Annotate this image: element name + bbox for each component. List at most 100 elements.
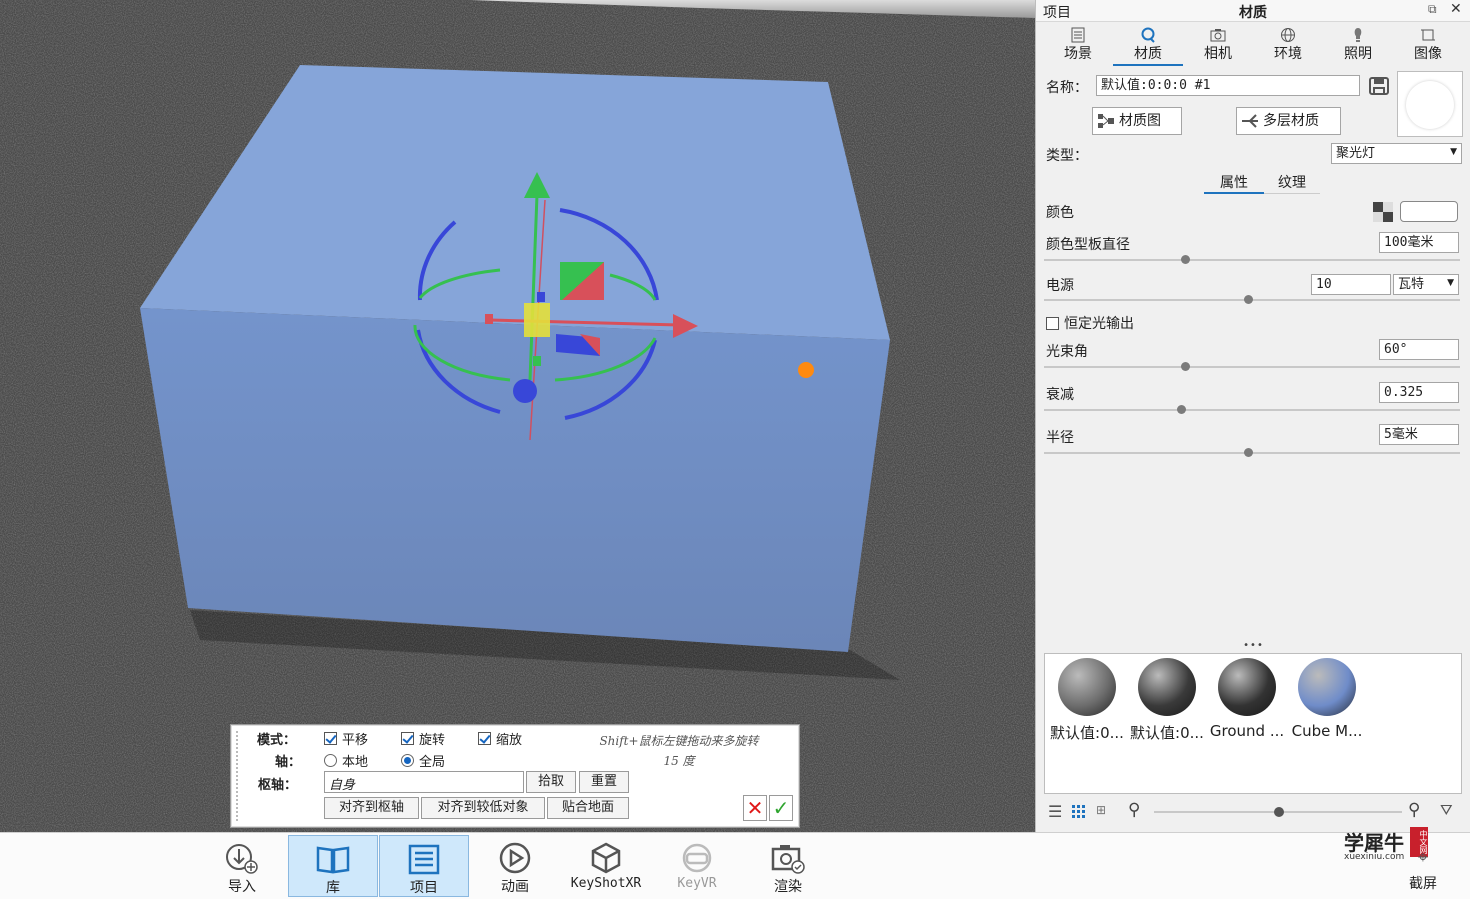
toolbar-keyshotxr[interactable]: KeyShotXR xyxy=(561,835,651,897)
radius-input[interactable]: 5毫米 xyxy=(1379,424,1459,445)
toolbar-import-label: 导入 xyxy=(228,879,256,895)
grid-view-icon[interactable] xyxy=(1072,805,1086,819)
rotate-checkbox[interactable]: 旋转 xyxy=(401,729,445,748)
tab-material[interactable]: 材质 xyxy=(1113,22,1183,66)
color-template-input[interactable]: 100毫米 xyxy=(1379,232,1459,253)
close-panel-icon[interactable]: ✕ xyxy=(1450,1,1462,17)
constant-output-checkbox[interactable]: 恒定光输出 xyxy=(1046,313,1134,333)
falloff-input[interactable]: 0.325 xyxy=(1379,382,1459,403)
save-material-icon[interactable] xyxy=(1368,75,1390,97)
power-slider[interactable] xyxy=(1044,295,1460,304)
zoom-out-icon[interactable]: ⚲ xyxy=(1128,800,1140,820)
material-item[interactable]: 默认值:0... xyxy=(1127,658,1207,743)
toolbar-animation[interactable]: 动画 xyxy=(470,835,560,897)
tab-scene[interactable]: 场景 xyxy=(1043,22,1113,66)
list-view-icon[interactable]: ☰ xyxy=(1048,802,1062,821)
thumbnail-size-slider[interactable] xyxy=(1154,807,1402,817)
scene-materials-grid: 默认值:0... 默认值:0... Ground ... Cube M... xyxy=(1044,653,1462,794)
type-select[interactable]: 聚光灯 ▼ xyxy=(1331,143,1462,164)
toolbar-keyvr-label: KeyVR xyxy=(677,876,717,891)
color-template-slider[interactable] xyxy=(1044,255,1460,264)
material-item-label: 默认值:0... xyxy=(1050,724,1124,742)
radius-slider[interactable] xyxy=(1044,448,1460,457)
color-swatch[interactable] xyxy=(1400,201,1458,222)
slider-knob[interactable] xyxy=(1181,362,1191,371)
pick-button[interactable]: 拾取 xyxy=(526,771,576,793)
falloff-slider[interactable] xyxy=(1044,405,1460,414)
bottom-toolbar: 导入 库 项目 动画 KeyShotXR KeyVR 渲染 学犀牛 中文网 xu… xyxy=(0,827,1470,899)
cancel-button[interactable]: ✕ xyxy=(743,795,767,821)
power-input[interactable]: 10 xyxy=(1311,274,1391,295)
confirm-button[interactable]: ✓ xyxy=(769,795,793,821)
align-to-lower-button[interactable]: 对齐到较低对象 xyxy=(421,797,545,819)
toolbar-project[interactable]: 项目 xyxy=(379,835,469,897)
material-preview-thumbnail[interactable] xyxy=(1397,71,1463,137)
radio-off-icon xyxy=(324,754,337,767)
material-item-label: Cube M... xyxy=(1291,722,1363,740)
reset-button[interactable]: 重置 xyxy=(579,771,629,793)
keyvr-headset-icon xyxy=(682,843,712,873)
material-item-label: Ground ... xyxy=(1209,722,1285,740)
tab-lighting[interactable]: 照明 xyxy=(1323,22,1393,66)
checkbox-checked-icon xyxy=(324,732,337,745)
tab-scene-label: 场景 xyxy=(1064,46,1092,62)
preview-ball xyxy=(1406,81,1454,129)
slider-knob[interactable] xyxy=(1177,405,1187,414)
material-item[interactable]: Cube M... xyxy=(1287,658,1367,740)
tree-view-icon[interactable]: ⊞ xyxy=(1096,803,1106,817)
color-texture-checker-icon[interactable] xyxy=(1373,202,1393,222)
radius-label: 半径 xyxy=(1046,430,1074,446)
beam-angle-slider[interactable] xyxy=(1044,362,1460,371)
panel-splitter[interactable]: ••• xyxy=(1036,640,1470,651)
image-crop-icon xyxy=(1421,29,1435,41)
material-graph-button[interactable]: 材质图 xyxy=(1092,107,1182,135)
check-icon: ✓ xyxy=(772,796,790,820)
toolbar-screenshot[interactable]: ⌖ 截屏 xyxy=(1398,847,1448,899)
scale-checkbox[interactable]: 缩放 xyxy=(478,729,522,748)
slider-knob[interactable] xyxy=(1243,448,1253,457)
chevron-down-icon: ▼ xyxy=(1450,147,1457,157)
multi-layer-material-button[interactable]: 多层材质 xyxy=(1236,107,1341,135)
pivot-input[interactable]: 自身 xyxy=(324,771,524,793)
scene-canvas[interactable] xyxy=(0,0,1035,832)
color-label: 颜色 xyxy=(1046,205,1074,221)
subtab-texture[interactable]: 纹理 xyxy=(1264,172,1320,194)
toolbar-screenshot-label: 截屏 xyxy=(1409,876,1437,892)
cube-front-face[interactable] xyxy=(140,308,890,652)
translate-checkbox[interactable]: 平移 xyxy=(324,729,368,748)
toolbar-keyvr[interactable]: KeyVR xyxy=(652,835,742,897)
tab-camera[interactable]: 相机 xyxy=(1183,22,1253,66)
toolbar-library[interactable]: 库 xyxy=(288,835,378,897)
scale-label: 缩放 xyxy=(496,733,523,748)
pivot-label: 枢轴： xyxy=(258,778,298,793)
material-name-input[interactable]: 默认值:0:0:0 #1 xyxy=(1096,75,1360,96)
subtab-properties-label: 属性 xyxy=(1220,175,1248,191)
tab-image[interactable]: 图像 xyxy=(1393,22,1463,66)
align-to-pivot-button[interactable]: 对齐到枢轴 xyxy=(324,797,419,819)
axis-global-radio[interactable]: 全局 xyxy=(401,751,445,770)
3d-viewport[interactable]: 模式： 轴： 枢轴： 平移 旋转 缩放 本地 全局 自身 拾取 重置 对齐到枢轴… xyxy=(0,0,1035,832)
slider-knob[interactable] xyxy=(1181,255,1191,264)
beam-angle-input[interactable]: 60° xyxy=(1379,339,1459,360)
material-item[interactable]: 默认值:0... xyxy=(1047,658,1127,743)
filter-icon[interactable]: ⛛ xyxy=(1440,801,1453,819)
material-item[interactable]: Ground ... xyxy=(1207,658,1287,740)
slider-knob[interactable] xyxy=(1274,807,1284,817)
library-footer: ☰ ⊞ ⚲ ⚲ ⛛ xyxy=(1036,800,1470,824)
zoom-in-icon[interactable]: ⚲ xyxy=(1408,800,1420,820)
tab-image-label: 图像 xyxy=(1414,46,1442,62)
float-window-icon[interactable]: ⧉ xyxy=(1428,2,1437,17)
tab-environment[interactable]: 环境 xyxy=(1253,22,1323,66)
subtab-properties[interactable]: 属性 xyxy=(1204,172,1264,194)
light-pivot-dot[interactable] xyxy=(798,362,814,378)
axis-global-label: 全局 xyxy=(419,755,446,770)
panel-grip[interactable] xyxy=(236,731,238,821)
material-ball-thumb xyxy=(1058,658,1116,716)
power-label: 电源 xyxy=(1046,278,1074,294)
slider-knob[interactable] xyxy=(1243,295,1253,304)
toolbar-render[interactable]: 渲染 xyxy=(743,835,833,897)
axis-local-radio[interactable]: 本地 xyxy=(324,751,368,770)
power-unit-select[interactable]: 瓦特 ▼ xyxy=(1393,274,1459,295)
toolbar-import[interactable]: 导入 xyxy=(197,835,287,897)
snap-to-ground-button[interactable]: 贴合地面 xyxy=(547,797,629,819)
